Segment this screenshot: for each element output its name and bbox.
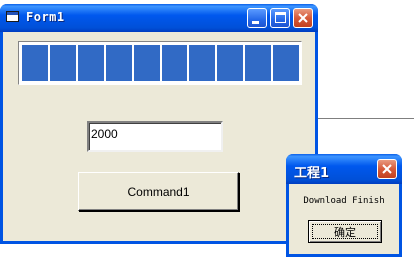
ok-button[interactable]: 确定	[308, 220, 382, 243]
progress-segment	[49, 45, 76, 81]
progress-segment	[161, 45, 188, 81]
close-button[interactable]	[293, 8, 313, 28]
close-icon	[382, 164, 392, 174]
message-box-dialog: 工程1 Download Finish 确定	[286, 154, 402, 257]
maximize-icon	[275, 12, 286, 23]
progress-segment	[105, 45, 132, 81]
minimize-button[interactable]	[247, 8, 267, 28]
progress-bar	[18, 41, 302, 85]
message-box-titlebar[interactable]: 工程1	[286, 154, 402, 184]
ok-button-label: 确定	[312, 224, 378, 239]
progress-segment	[77, 45, 104, 81]
progress-segment	[217, 45, 244, 81]
message-box-close-button[interactable]	[377, 159, 397, 179]
progress-segment	[245, 45, 272, 81]
progress-segment	[22, 45, 48, 81]
command1-button[interactable]: Command1	[78, 172, 239, 211]
maximize-button[interactable]	[270, 8, 290, 28]
message-text: Download Finish	[303, 196, 385, 206]
progress-segment	[133, 45, 160, 81]
form1-titlebar[interactable]: Form1	[0, 4, 318, 32]
form1-window: Form1 2000 Command1	[0, 4, 318, 244]
number-textbox[interactable]: 2000	[87, 121, 223, 152]
close-icon	[298, 13, 308, 23]
form-window-icon[interactable]	[6, 11, 19, 22]
background-divider-line	[318, 118, 414, 119]
minimize-icon	[252, 21, 259, 24]
progress-segment	[189, 45, 216, 81]
message-box-title: 工程1	[294, 166, 330, 181]
progress-segment	[273, 45, 300, 81]
progress-bar-fill	[22, 45, 300, 81]
form1-title: Form1	[26, 10, 65, 24]
